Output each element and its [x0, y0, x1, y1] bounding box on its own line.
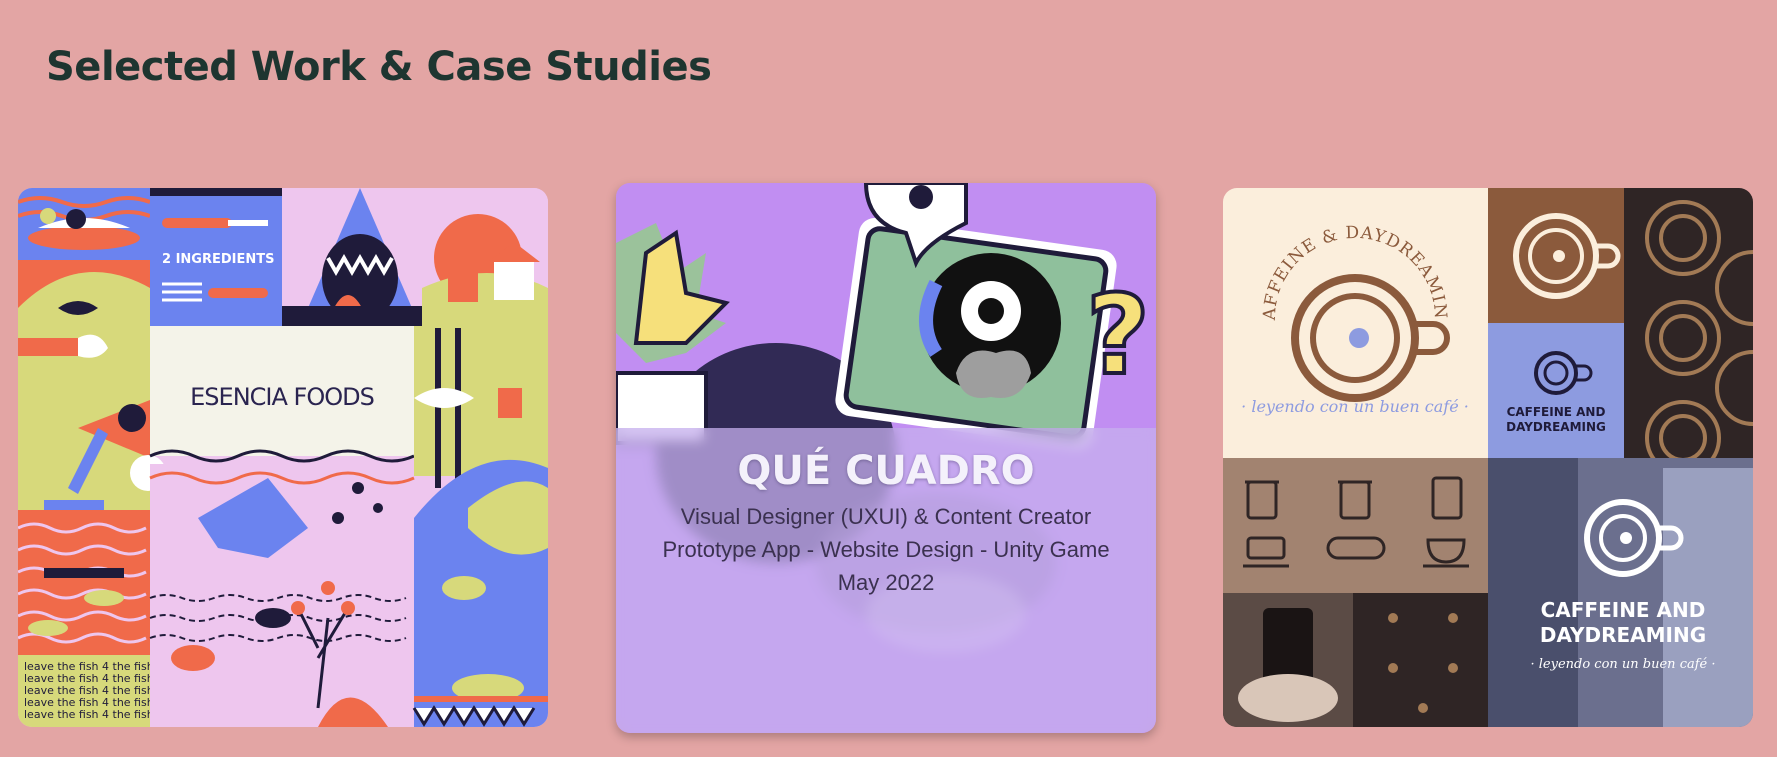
photo-logo-line-1: CAFFEINE AND — [1541, 598, 1706, 622]
ingredients-label: 2 INGREDIENTS — [162, 252, 274, 267]
project-card-que-cuadro[interactable]: ? QUÉ CUADRO Visual Designer (UXUI) & Co… — [616, 183, 1156, 733]
project-date: May 2022 — [837, 570, 935, 595]
caffeine-daydreaming-artwork: CAFFEINE & DAYDREAMING · leyendo con un … — [1223, 188, 1753, 727]
project-card-esencia-foods[interactable]: 2 INGREDIENTS leave the fish 4 the fish … — [18, 188, 548, 727]
project-card-caffeine-daydreaming[interactable]: CAFFEINE & DAYDREAMING · leyendo con un … — [1223, 188, 1753, 727]
photo-tagline: · leyendo con un buen café · — [1531, 657, 1716, 672]
esencia-foods-artwork: 2 INGREDIENTS leave the fish 4 the fish … — [18, 188, 548, 727]
tagline-text: · leyendo con un buen café · — [1241, 397, 1469, 416]
badge-line-1: CAFFEINE AND — [1507, 405, 1606, 419]
fish-text-block: leave the fish 4 the fish leave the fish… — [24, 660, 157, 721]
project-role: Visual Designer (UXUI) & Content Creator — [680, 504, 1092, 529]
project-info-overlay: QUÉ CUADRO Visual Designer (UXUI) & Cont… — [616, 428, 1156, 733]
badge-line-2: DAYDREAMING — [1506, 420, 1606, 434]
photo-logo-line-2: DAYDREAMING — [1540, 623, 1706, 647]
project-scope: Prototype App - Website Design - Unity G… — [662, 537, 1110, 562]
svg-text:?: ? — [1086, 271, 1150, 399]
project-title: QUÉ CUADRO — [737, 448, 1035, 494]
section-title: Selected Work & Case Studies — [46, 44, 712, 90]
esencia-foods-logo: ESENCIA FOODS — [190, 383, 374, 411]
